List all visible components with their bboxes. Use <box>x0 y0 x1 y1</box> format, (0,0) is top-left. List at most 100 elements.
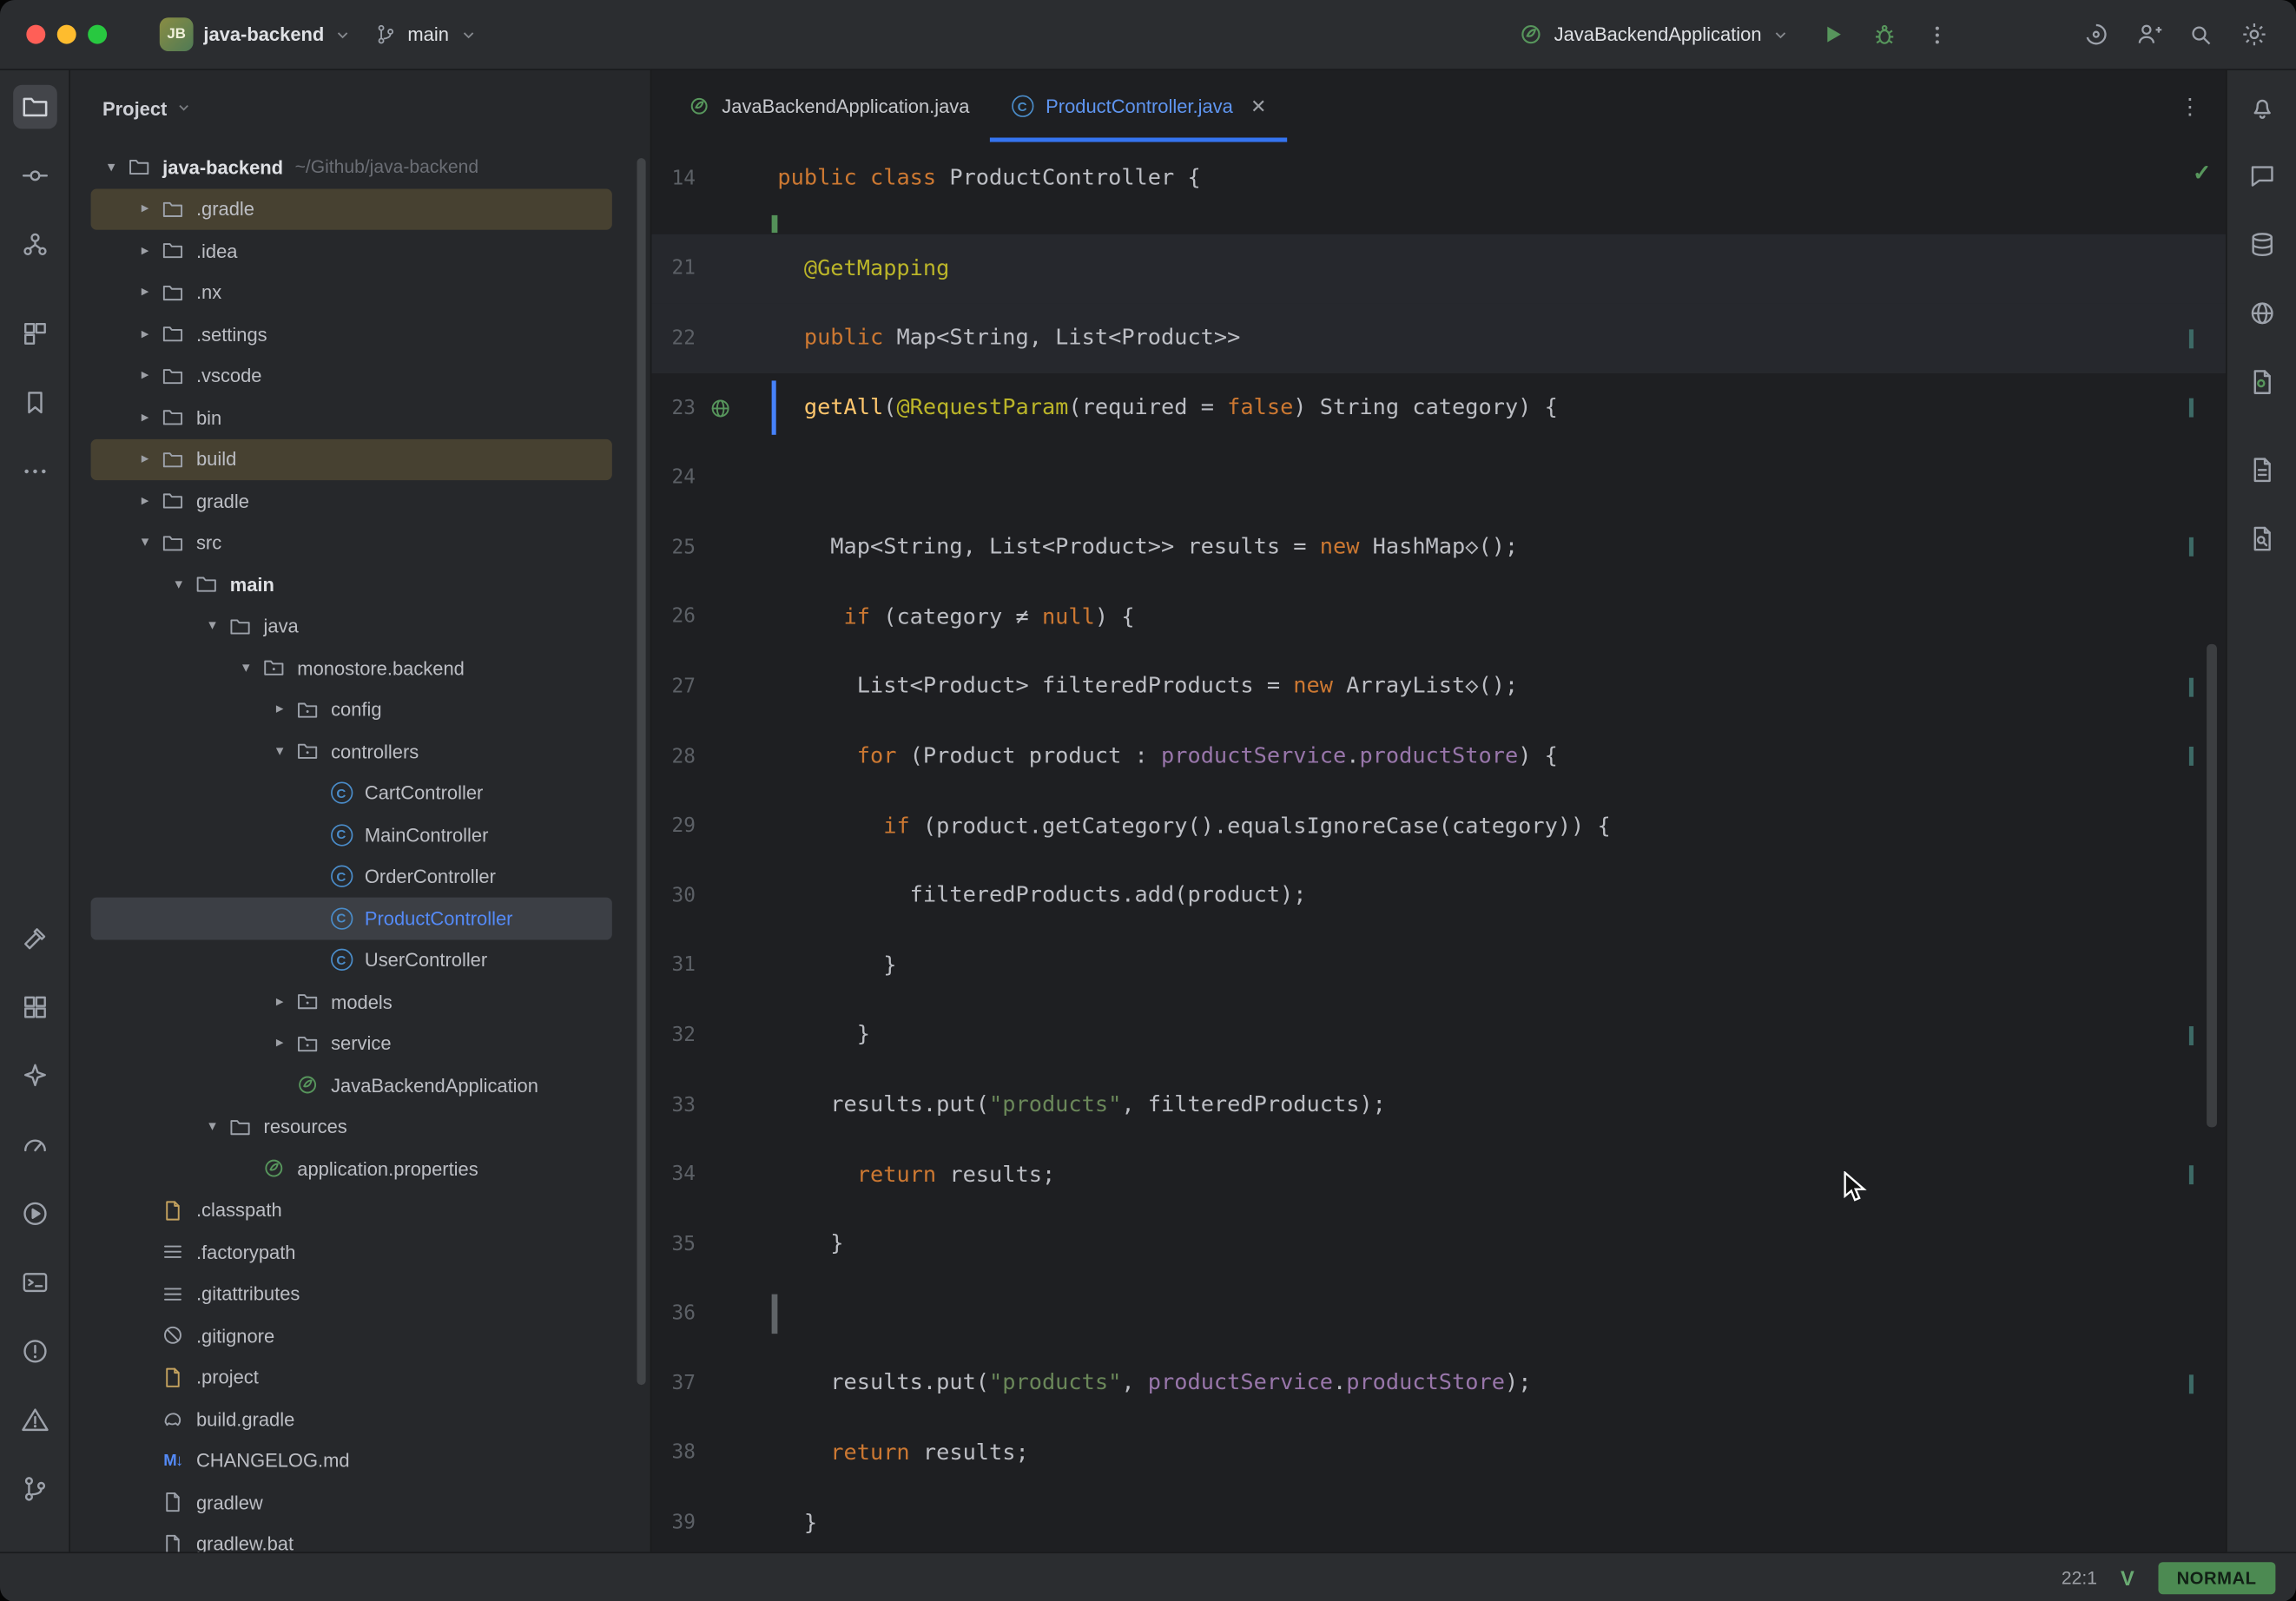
line-number[interactable]: 33 <box>651 1093 696 1117</box>
chevron-collapsed-icon[interactable]: ▸ <box>130 410 160 426</box>
tree-item-config[interactable]: ▸config <box>91 688 612 730</box>
tree-item-javabackendapplication[interactable]: JavaBackendApplication <box>91 1064 612 1106</box>
tree-item-models[interactable]: ▸models <box>91 981 612 1023</box>
line-number[interactable]: 23 <box>651 396 696 419</box>
tree-item-java-backend[interactable]: ▾java-backend~/Github/java-backend <box>91 147 612 188</box>
structure-icon[interactable] <box>12 312 56 356</box>
tree-item-cartcontroller[interactable]: CCartController <box>91 772 612 814</box>
dependencies-icon[interactable] <box>2240 448 2284 492</box>
line-number[interactable]: 14 <box>651 167 696 190</box>
branch-widget[interactable]: main <box>364 16 489 53</box>
tree-item-application-properties[interactable]: application.properties <box>91 1148 612 1189</box>
ideavim-icon[interactable]: V <box>2121 1565 2134 1589</box>
tree-item-java[interactable]: ▾java <box>91 605 612 647</box>
rest-endpoint-globe-icon[interactable] <box>702 396 740 419</box>
line-number[interactable]: 22 <box>651 326 696 350</box>
notifications-icon[interactable] <box>2240 85 2284 129</box>
chevron-collapsed-icon[interactable]: ▸ <box>130 493 160 510</box>
chevron-collapsed-icon[interactable]: ▸ <box>265 1036 294 1052</box>
chevron-collapsed-icon[interactable]: ▸ <box>130 326 160 343</box>
line-number[interactable]: 38 <box>651 1441 696 1465</box>
tree-item-gradlew[interactable]: gradlew <box>91 1481 612 1523</box>
spring-docs-icon[interactable] <box>2240 360 2284 405</box>
chevron-collapsed-icon[interactable]: ▸ <box>130 285 160 301</box>
commit-icon[interactable] <box>12 154 56 198</box>
chevron-collapsed-icon[interactable]: ▸ <box>130 201 160 217</box>
line-number[interactable]: 37 <box>651 1372 696 1395</box>
code-line-38[interactable]: 38 return results; <box>651 1418 2226 1487</box>
code-line-33[interactable]: 33 results.put("products", filteredProdu… <box>651 1070 2226 1139</box>
line-number[interactable]: 24 <box>651 466 696 490</box>
collaboration-icon[interactable] <box>12 222 56 267</box>
chevron-collapsed-icon[interactable]: ▸ <box>130 451 160 468</box>
code-line-35[interactable]: 35 } <box>651 1209 2226 1279</box>
tab-options-kebab-icon[interactable]: ⋮ <box>2179 93 2202 119</box>
ai-chat-icon[interactable] <box>2240 154 2284 198</box>
database-icon[interactable] <box>2240 222 2284 267</box>
tree-item-gradlew-bat[interactable]: gradlew.bat <box>91 1524 612 1552</box>
terminal-icon[interactable] <box>12 1261 56 1305</box>
tree-item-productcontroller[interactable]: CProductController <box>91 898 612 939</box>
code-line-26[interactable]: 26 if (category ≠ null) { <box>651 582 2226 651</box>
services-icon[interactable] <box>12 985 56 1030</box>
chevron-collapsed-icon[interactable]: ▸ <box>265 994 294 1011</box>
line-number[interactable]: 21 <box>651 257 696 280</box>
tree-item-changelog-md[interactable]: M↓CHANGELOG.md <box>91 1440 612 1481</box>
code-line-36[interactable]: 36 <box>651 1279 2226 1348</box>
code-line-14[interactable]: 14public class ProductController { <box>651 143 2226 213</box>
folded-region[interactable] <box>651 214 2226 234</box>
caret-position[interactable]: 22:1 <box>2062 1567 2097 1588</box>
settings-gear-icon[interactable] <box>2232 12 2276 56</box>
git-icon[interactable] <box>12 1467 56 1512</box>
minimize-window-button[interactable] <box>57 25 76 44</box>
tree-item-vscode[interactable]: ▸.vscode <box>91 355 612 397</box>
tree-item-resources[interactable]: ▾resources <box>91 1106 612 1148</box>
tab-productcontroller[interactable]: C ProductController.java ✕ <box>990 70 1287 142</box>
project-icon[interactable] <box>12 85 56 129</box>
run-icon[interactable] <box>12 1192 56 1236</box>
problems-icon[interactable] <box>12 1329 56 1374</box>
chevron-expanded-icon[interactable]: ▾ <box>130 535 160 551</box>
code-line-24[interactable]: 24 <box>651 443 2226 512</box>
add-user-button[interactable] <box>2126 12 2170 56</box>
project-widget[interactable]: JB java-backend <box>148 10 364 59</box>
line-number[interactable]: 31 <box>651 953 696 977</box>
tree-item-gitignore[interactable]: .gitignore <box>91 1314 612 1356</box>
line-number[interactable]: 26 <box>651 605 696 629</box>
project-panel-scrollbar[interactable] <box>637 158 646 1385</box>
line-number[interactable]: 34 <box>651 1163 696 1186</box>
chevron-collapsed-icon[interactable]: ▸ <box>265 702 294 718</box>
more-actions-button[interactable] <box>1916 12 1960 56</box>
tree-item-src[interactable]: ▾src <box>91 522 612 563</box>
chevron-expanded-icon[interactable]: ▾ <box>198 1119 228 1136</box>
line-number[interactable]: 28 <box>651 745 696 768</box>
tree-item-monostore-backend[interactable]: ▾monostore.backend <box>91 647 612 688</box>
line-number[interactable]: 25 <box>651 536 696 559</box>
code-line-37[interactable]: 37 results.put("products", productServic… <box>651 1348 2226 1418</box>
run-configuration-widget[interactable]: JavaBackendApplication <box>1508 15 1801 55</box>
ai-assistant-icon[interactable] <box>12 1054 56 1098</box>
tree-item-gitattributes[interactable]: .gitattributes <box>91 1273 612 1314</box>
code-line-23[interactable]: 23 getAll(@RequestParam(required = false… <box>651 373 2226 443</box>
code-line-21[interactable]: 21 @GetMapping <box>651 234 2226 303</box>
line-number[interactable]: 27 <box>651 675 696 698</box>
tree-item-build-gradle[interactable]: build.gradle <box>91 1398 612 1440</box>
chevron-expanded-icon[interactable]: ▾ <box>164 576 194 593</box>
endpoints-icon[interactable] <box>2240 292 2284 336</box>
tree-item-usercontroller[interactable]: CUserController <box>91 939 612 981</box>
tree-item-controllers[interactable]: ▾controllers <box>91 730 612 772</box>
tree-item-service[interactable]: ▸service <box>91 1023 612 1064</box>
profiler-icon[interactable] <box>12 1123 56 1167</box>
line-number[interactable]: 39 <box>651 1511 696 1534</box>
tree-item-settings[interactable]: ▸.settings <box>91 313 612 355</box>
ai-assistant-logo-icon[interactable] <box>2074 12 2118 56</box>
tree-item-maincontroller[interactable]: CMainController <box>91 814 612 856</box>
line-number[interactable]: 36 <box>651 1302 696 1326</box>
code-line-27[interactable]: 27 List<Product> filteredProducts = new … <box>651 652 2226 721</box>
code-line-28[interactable]: 28 for (Product product : productService… <box>651 721 2226 791</box>
chevron-expanded-icon[interactable]: ▾ <box>198 618 228 635</box>
bookmarks-icon[interactable] <box>12 380 56 425</box>
tree-item-factorypath[interactable]: .factorypath <box>91 1231 612 1273</box>
zoom-window-button[interactable] <box>88 25 107 44</box>
line-number[interactable]: 30 <box>651 884 696 907</box>
